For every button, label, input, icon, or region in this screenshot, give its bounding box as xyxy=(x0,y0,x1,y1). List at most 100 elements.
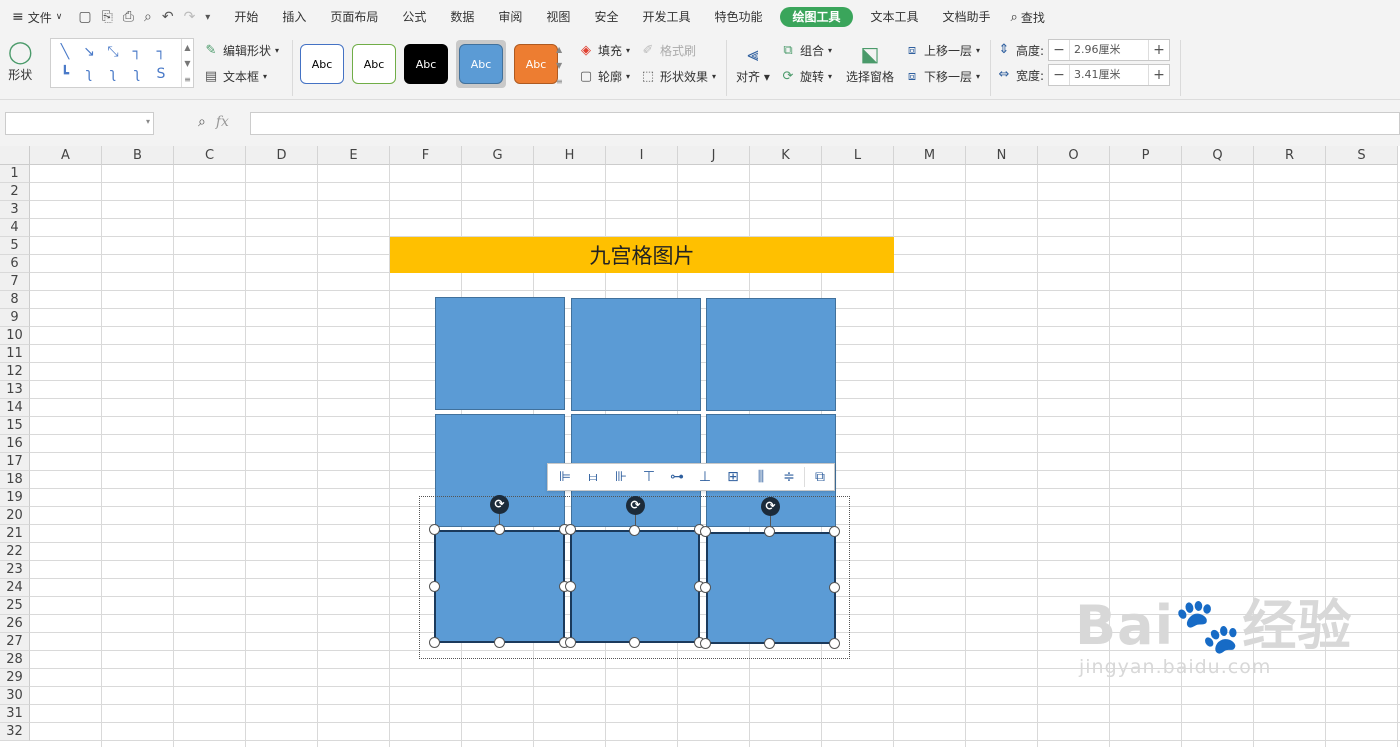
row-header-32[interactable]: 32 xyxy=(0,723,30,741)
tab-home[interactable]: 开始 xyxy=(222,7,270,27)
line-icon[interactable]: ╲ xyxy=(53,41,77,63)
tab-data[interactable]: 数据 xyxy=(438,7,486,27)
formula-input[interactable] xyxy=(250,112,1400,135)
rotate-handle-icon[interactable]: ⟳ xyxy=(626,496,645,515)
elbow-arrow-connector-icon[interactable]: ┐ xyxy=(149,41,173,63)
distribute-horizontal-icon[interactable]: ⫼ xyxy=(748,466,774,488)
style-gallery-scroll[interactable]: ▲ ▼ ≡ xyxy=(556,42,563,90)
row-header-25[interactable]: 25 xyxy=(0,597,30,615)
row-header-4[interactable]: 4 xyxy=(0,219,30,237)
column-header-h[interactable]: H xyxy=(534,146,606,165)
elbow-double-arrow-icon[interactable]: ┗ xyxy=(53,63,77,85)
align-top-icon[interactable]: ⊤ xyxy=(636,466,662,488)
curved-connector-icon[interactable]: ʅ xyxy=(77,63,101,85)
style-preset-5[interactable]: Abc xyxy=(514,44,558,84)
tab-page-layout[interactable]: 页面布局 xyxy=(318,7,390,27)
row-header-13[interactable]: 13 xyxy=(0,381,30,399)
column-header-j[interactable]: J xyxy=(678,146,750,165)
tab-doc-assistant[interactable]: 文档助手 xyxy=(931,7,1003,27)
scroll-up-icon[interactable]: ▲ xyxy=(184,43,190,52)
row-header-26[interactable]: 26 xyxy=(0,615,30,633)
print-preview-icon[interactable]: ⌕ xyxy=(144,9,152,25)
group-icon[interactable]: ⧉ xyxy=(807,466,833,488)
grid-tile-3[interactable] xyxy=(706,298,836,411)
column-header-s[interactable]: S xyxy=(1326,146,1398,165)
column-header-q[interactable]: Q xyxy=(1182,146,1254,165)
undo-icon[interactable]: ↶ xyxy=(162,9,174,25)
row-header-15[interactable]: 15 xyxy=(0,417,30,435)
edit-shape-button[interactable]: ✎ 编辑形状 ▾ xyxy=(203,42,279,59)
row-header-9[interactable]: 9 xyxy=(0,309,30,327)
elbow-connector-icon[interactable]: ┐ xyxy=(125,41,149,63)
fill-button[interactable]: ◈ 填充 ▾ xyxy=(578,42,630,59)
style-preset-3[interactable]: Abc xyxy=(404,44,448,84)
shape-button[interactable]: ◯ 形状 xyxy=(8,40,33,83)
row-header-3[interactable]: 3 xyxy=(0,201,30,219)
align-middle-icon[interactable]: ⊶ xyxy=(664,466,690,488)
align-right-icon[interactable]: ⊪ xyxy=(608,466,634,488)
select-all-corner[interactable] xyxy=(0,146,30,165)
row-header-1[interactable]: 1 xyxy=(0,165,30,183)
resize-handle[interactable] xyxy=(494,524,505,535)
customize-icon[interactable]: ▾ xyxy=(205,12,210,23)
send-backward-button[interactable]: ⧈ 下移一层 ▾ xyxy=(904,68,980,85)
column-header-o[interactable]: O xyxy=(1038,146,1110,165)
gallery-scroll[interactable]: ▲ ▼ ≡ xyxy=(181,39,193,87)
resize-handle[interactable] xyxy=(494,637,505,648)
resize-handle[interactable] xyxy=(429,637,440,648)
curved-double-arrow-icon[interactable]: ʅ xyxy=(125,63,149,85)
row-header-23[interactable]: 23 xyxy=(0,561,30,579)
double-arrow-line-icon[interactable]: ⤡ xyxy=(101,41,125,63)
redo-icon[interactable]: ↷ xyxy=(184,9,196,25)
outline-button[interactable]: ▢ 轮廓 ▾ xyxy=(578,68,630,85)
save-icon[interactable]: ▢ xyxy=(78,9,91,25)
find-button[interactable]: ⌕ 查找 xyxy=(1003,9,1045,26)
insert-function-icon[interactable]: fx xyxy=(216,114,229,130)
column-header-g[interactable]: G xyxy=(462,146,534,165)
freeform-curve-icon[interactable]: S xyxy=(149,63,173,85)
selection-pane-button[interactable]: ⬕ 选择窗格 xyxy=(846,40,894,85)
row-header-11[interactable]: 11 xyxy=(0,345,30,363)
column-header-c[interactable]: C xyxy=(174,146,246,165)
resize-handle[interactable] xyxy=(829,638,840,649)
distribute-vertical-icon[interactable]: ≑ xyxy=(776,466,802,488)
plus-icon[interactable]: + xyxy=(1149,67,1169,83)
row-header-30[interactable]: 30 xyxy=(0,687,30,705)
group-button[interactable]: ⧉ 组合 ▾ xyxy=(780,42,832,59)
row-header-2[interactable]: 2 xyxy=(0,183,30,201)
column-header-e[interactable]: E xyxy=(318,146,390,165)
width-input[interactable]: 3.41厘米 xyxy=(1069,65,1150,85)
style-preset-1[interactable]: Abc xyxy=(300,44,344,84)
column-header-k[interactable]: K xyxy=(750,146,822,165)
tab-text-tools[interactable]: 文本工具 xyxy=(859,7,931,27)
resize-handle[interactable] xyxy=(429,524,440,535)
column-header-m[interactable]: M xyxy=(894,146,966,165)
width-stepper[interactable]: − 3.41厘米 + xyxy=(1048,64,1171,86)
resize-handle[interactable] xyxy=(700,582,711,593)
style-preset-2[interactable]: Abc xyxy=(352,44,396,84)
resize-handle[interactable] xyxy=(700,638,711,649)
scroll-down-icon[interactable]: ▼ xyxy=(184,59,190,68)
curved-arrow-connector-icon[interactable]: ʅ xyxy=(101,63,125,85)
column-header-i[interactable]: I xyxy=(606,146,678,165)
align-button[interactable]: ⫷ 对齐 ▾ xyxy=(736,40,770,85)
tab-view[interactable]: 视图 xyxy=(534,7,582,27)
row-header-27[interactable]: 27 xyxy=(0,633,30,651)
row-header-24[interactable]: 24 xyxy=(0,579,30,597)
resize-handle[interactable] xyxy=(565,524,576,535)
column-header-p[interactable]: P xyxy=(1110,146,1182,165)
row-header-5[interactable]: 5 xyxy=(0,237,30,255)
rotate-handle-icon[interactable]: ⟳ xyxy=(761,497,780,516)
format-painter-button[interactable]: ✐ 格式刷 xyxy=(640,42,696,59)
row-header-14[interactable]: 14 xyxy=(0,399,30,417)
minus-icon[interactable]: − xyxy=(1049,67,1069,83)
title-banner[interactable]: 九宫格图片 xyxy=(390,237,894,273)
align-bottom-icon[interactable]: ⊥ xyxy=(692,466,718,488)
row-header-29[interactable]: 29 xyxy=(0,669,30,687)
name-box[interactable]: ▾ xyxy=(5,112,154,135)
grid-tile-2[interactable] xyxy=(571,298,701,411)
row-header-10[interactable]: 10 xyxy=(0,327,30,345)
row-header-21[interactable]: 21 xyxy=(0,525,30,543)
row-header-12[interactable]: 12 xyxy=(0,363,30,381)
row-header-7[interactable]: 7 xyxy=(0,273,30,291)
